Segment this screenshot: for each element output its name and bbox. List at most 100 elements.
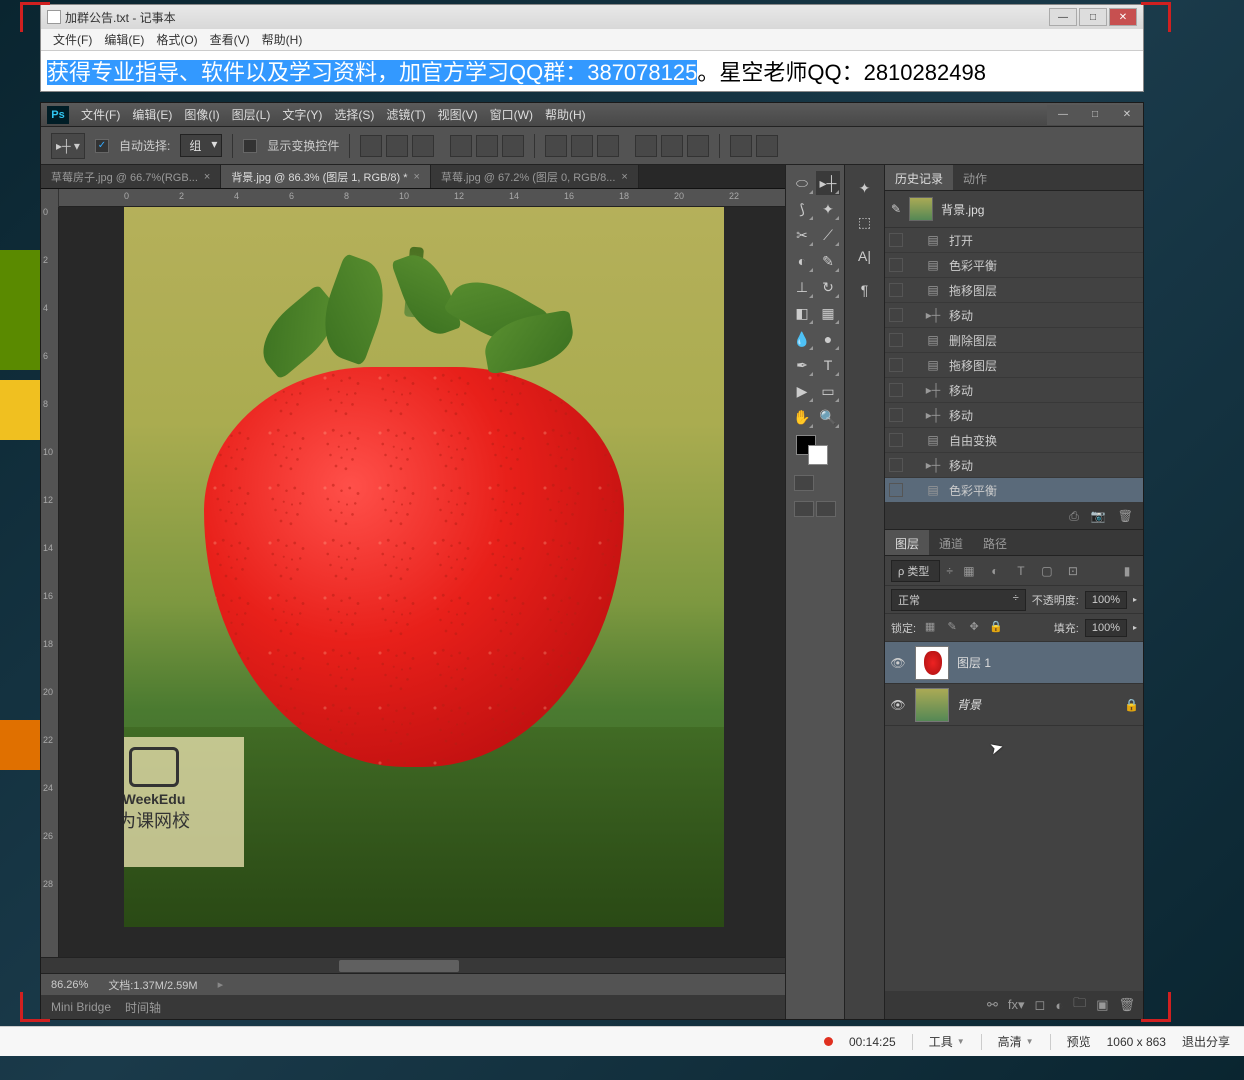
history-doc-thumb[interactable] <box>909 197 933 221</box>
new-layer-icon[interactable]: ▣ <box>1096 997 1108 1013</box>
opacity-value[interactable]: 100% <box>1085 591 1127 609</box>
history-step[interactable]: ▤拖移图层 <box>885 353 1143 378</box>
stamp-tool-icon[interactable]: ⊥ <box>790 275 814 299</box>
panel-tab[interactable]: 通道 <box>929 530 973 555</box>
eyedropper-tool-icon[interactable]: ⟋ <box>816 223 840 247</box>
history-brush-tool-icon[interactable]: ↻ <box>816 275 840 299</box>
blur-tool-icon[interactable]: 💧 <box>790 327 814 351</box>
ps-menu-item[interactable]: 文件(F) <box>75 106 126 123</box>
3d-mode-icon[interactable] <box>756 135 778 157</box>
history-brush-source-icon[interactable]: ✎ <box>891 202 901 216</box>
type-tool-icon[interactable]: T <box>816 353 840 377</box>
hand-tool-icon[interactable]: ✋ <box>790 405 814 429</box>
distribute-icon[interactable] <box>597 135 619 157</box>
layer-filter-kind[interactable]: ρ 类型 <box>891 560 940 582</box>
fill-value[interactable]: 100% <box>1085 619 1127 637</box>
toolbar-exit-button[interactable]: 退出分享 <box>1182 1033 1230 1050</box>
notepad-menu-item[interactable]: 格式(O) <box>150 31 203 48</box>
link-layers-icon[interactable]: ⚯ <box>987 997 998 1013</box>
zoom-level[interactable]: 86.26% <box>51 979 88 991</box>
minimize-button[interactable]: — <box>1049 8 1077 26</box>
horizontal-ruler[interactable]: 0246810121416182022 <box>41 189 785 207</box>
ps-menu-item[interactable]: 编辑(E) <box>126 106 178 123</box>
3d-mode-icon[interactable] <box>730 135 752 157</box>
filter-toggle-icon[interactable]: ▮ <box>1117 562 1137 580</box>
distribute-icon[interactable] <box>687 135 709 157</box>
ps-menu-item[interactable]: 视图(V) <box>432 106 484 123</box>
history-step[interactable]: ▤色彩平衡 <box>885 478 1143 503</box>
collapsed-panel-icon[interactable]: ⬚ <box>854 213 876 231</box>
filter-smart-icon[interactable]: ⊡ <box>1063 562 1083 580</box>
ps-menu-item[interactable]: 窗口(W) <box>484 106 539 123</box>
ps-menu-item[interactable]: 选择(S) <box>328 106 380 123</box>
align-left-icon[interactable] <box>450 135 472 157</box>
history-step[interactable]: ▤色彩平衡 <box>885 253 1143 278</box>
history-step[interactable]: ▤自由变换 <box>885 428 1143 453</box>
layer-mask-icon[interactable]: ◻ <box>1035 997 1046 1013</box>
close-tab-icon[interactable]: × <box>204 171 210 183</box>
lock-position-icon[interactable]: ✥ <box>966 620 982 636</box>
blend-mode-dropdown[interactable]: 正常 <box>891 589 1026 611</box>
ps-menu-item[interactable]: 滤镜(T) <box>380 106 431 123</box>
visibility-eye-icon[interactable]: 👁 <box>889 656 907 670</box>
distribute-icon[interactable] <box>635 135 657 157</box>
marquee-tool-icon[interactable]: ⬭ <box>790 171 814 195</box>
collapsed-panel-icon[interactable]: ✦ <box>854 179 876 197</box>
filter-shape-icon[interactable]: ▢ <box>1037 562 1057 580</box>
ps-minimize-button[interactable]: — <box>1047 105 1079 125</box>
document-tab[interactable]: 背景.jpg @ 86.3% (图层 1, RGB/8) *× <box>221 165 431 188</box>
ps-menu-item[interactable]: 图像(I) <box>178 106 225 123</box>
history-step[interactable]: ▸┼移动 <box>885 378 1143 403</box>
notepad-menu-item[interactable]: 帮助(H) <box>256 31 309 48</box>
ps-menu-item[interactable]: 文字(Y) <box>276 106 328 123</box>
distribute-icon[interactable] <box>571 135 593 157</box>
distribute-icon[interactable] <box>661 135 683 157</box>
zoom-tool-icon[interactable]: 🔍 <box>816 405 840 429</box>
trash-icon[interactable]: 🗑 <box>1118 509 1133 523</box>
layer-row[interactable]: 👁 图层 1 <box>885 642 1143 684</box>
create-snapshot-icon[interactable]: ⎙ <box>1069 509 1079 524</box>
align-bottom-icon[interactable] <box>412 135 434 157</box>
healing-tool-icon[interactable]: ◐ <box>790 249 814 273</box>
align-vcenter-icon[interactable] <box>386 135 408 157</box>
notepad-menu-item[interactable]: 编辑(E) <box>98 31 150 48</box>
history-step[interactable]: ▸┼移动 <box>885 303 1143 328</box>
ps-menu-item[interactable]: 图层(L) <box>226 106 277 123</box>
panel-tab[interactable]: 动作 <box>953 165 997 190</box>
filter-type-icon[interactable]: T <box>1011 562 1031 580</box>
mini-bridge-tab[interactable]: Mini Bridge <box>51 1000 111 1014</box>
screen-mode-icon[interactable] <box>816 501 836 517</box>
layer-row[interactable]: 👁背景🔒 <box>885 684 1143 726</box>
notepad-menu-item[interactable]: 文件(F) <box>47 31 98 48</box>
layer-thumbnail[interactable] <box>915 646 949 680</box>
auto-select-target-dropdown[interactable]: 组 <box>180 134 222 157</box>
history-step[interactable]: ▤删除图层 <box>885 328 1143 353</box>
toolbar-preview-button[interactable]: 预览 <box>1067 1033 1091 1050</box>
align-right-icon[interactable] <box>502 135 524 157</box>
maximize-button[interactable]: □ <box>1079 8 1107 26</box>
filter-adjust-icon[interactable]: ◐ <box>985 562 1005 580</box>
notepad-menu-item[interactable]: 查看(V) <box>204 31 256 48</box>
layer-name[interactable]: 背景 <box>957 696 981 713</box>
visibility-eye-icon[interactable]: 👁 <box>889 698 907 712</box>
pen-tool-icon[interactable]: ✒ <box>790 353 814 377</box>
panel-tab[interactable]: 路径 <box>973 530 1017 555</box>
distribute-icon[interactable] <box>545 135 567 157</box>
panel-tab[interactable]: 图层 <box>885 530 929 555</box>
panel-tab[interactable]: 历史记录 <box>885 165 953 190</box>
ps-maximize-button[interactable]: □ <box>1079 105 1111 125</box>
document-tab[interactable]: 草莓房子.jpg @ 66.7%(RGB...× <box>41 165 221 188</box>
filter-pixel-icon[interactable]: ▦ <box>959 562 979 580</box>
history-step[interactable]: ▸┼移动 <box>885 403 1143 428</box>
camera-icon[interactable]: 📷 <box>1091 509 1106 523</box>
layer-group-icon[interactable]: 🗀 <box>1073 994 1086 1016</box>
layer-thumbnail[interactable] <box>915 688 949 722</box>
lasso-tool-icon[interactable]: ⟆ <box>790 197 814 221</box>
history-step[interactable]: ▸┼移动 <box>885 453 1143 478</box>
document-size[interactable]: 文档:1.37M/2.59M <box>108 977 197 993</box>
align-hcenter-icon[interactable] <box>476 135 498 157</box>
layer-name[interactable]: 图层 1 <box>957 654 991 671</box>
canvas[interactable]: WeekEdu 为课网校 <box>124 207 724 927</box>
document-tab[interactable]: 草莓.jpg @ 67.2% (图层 0, RGB/8...× <box>431 165 639 188</box>
toolbar-quality-menu[interactable]: 高清▼ <box>998 1033 1034 1050</box>
